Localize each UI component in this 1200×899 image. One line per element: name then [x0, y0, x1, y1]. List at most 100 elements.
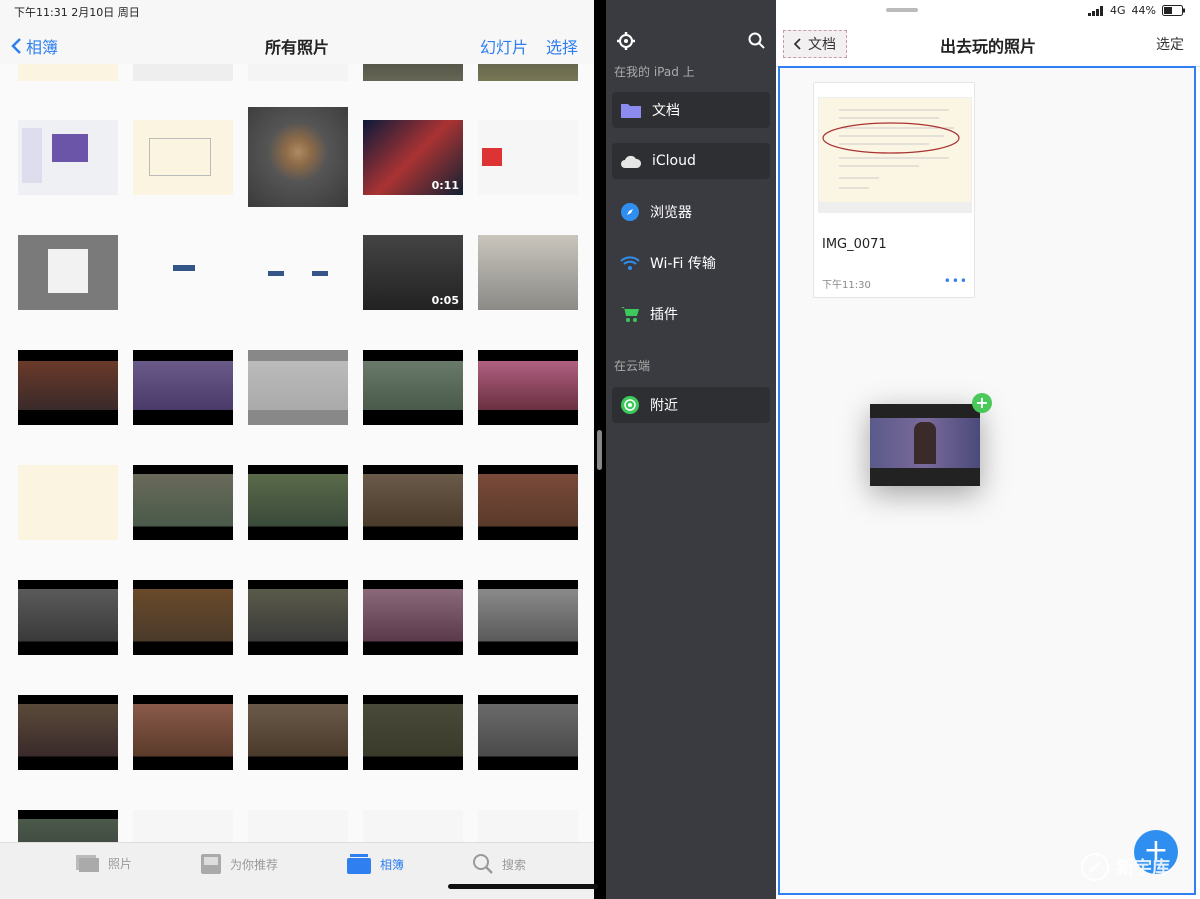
photos-navbar: 相簿 所有照片 幻灯片 选择 [0, 28, 594, 65]
tab-for-you[interactable]: 为你推荐 [200, 853, 278, 875]
photo-thumbnail[interactable] [363, 465, 463, 540]
sidebar-item-label: 附近 [650, 398, 678, 414]
sidebar-item-documents[interactable]: 文档 [612, 92, 770, 128]
file-time: 下午11:30 [822, 280, 871, 291]
sidebar-item-label: iCloud [652, 153, 696, 169]
photo-thumbnail[interactable] [133, 235, 233, 310]
select-button[interactable]: 选定 [1156, 34, 1184, 54]
photo-thumbnail[interactable] [18, 350, 118, 425]
photo-thumbnail[interactable] [133, 350, 233, 425]
photo-grid: 0:11 0:05 [0, 64, 594, 844]
albums-back-label: 相簿 [26, 38, 59, 57]
nearby-icon [621, 396, 639, 414]
video-thumbnail[interactable]: 0:11 [363, 120, 463, 195]
slideshow-button[interactable]: 幻灯片 [480, 34, 528, 58]
sidebar-item-nearby[interactable]: 附近 [612, 387, 770, 423]
sidebar-item-label: 浏览器 [650, 205, 692, 221]
sidebar-item-plugins[interactable]: 插件 [612, 296, 770, 332]
photo-thumbnail[interactable] [478, 120, 578, 195]
watermark-text: 新宇库 [1116, 858, 1170, 879]
photo-thumbnail[interactable] [248, 465, 348, 540]
sidebar-item-browser[interactable]: 浏览器 [612, 194, 770, 230]
photo-thumbnail[interactable] [18, 120, 118, 195]
section-cloud-label: 在云端 [614, 359, 651, 373]
albums-icon [347, 854, 371, 874]
tab-albums[interactable]: 相簿 [346, 853, 404, 875]
photo-thumbnail[interactable] [363, 695, 463, 770]
photo-thumbnail[interactable] [18, 235, 118, 310]
video-duration: 0:11 [431, 179, 459, 192]
photo-thumbnail[interactable] [133, 810, 233, 844]
sidebar-item-label: Wi-Fi 传输 [650, 256, 716, 272]
files-pane: 4G 44% 文档 出去玩的照片 选定 IMG_0071 下午11:30 •••… [776, 0, 1200, 899]
photos-tabbar: 照片 为你推荐 相簿 搜索 [0, 842, 594, 899]
gear-icon[interactable] [616, 31, 636, 51]
photo-thumbnail[interactable] [478, 695, 578, 770]
photo-thumbnail[interactable] [248, 695, 348, 770]
photo-thumbnail[interactable] [248, 350, 348, 425]
search-icon[interactable] [748, 32, 766, 50]
photo-thumbnail[interactable] [478, 580, 578, 655]
for-you-icon [201, 854, 221, 874]
chevron-left-icon [794, 38, 801, 50]
dragged-photo[interactable] [870, 404, 980, 486]
multitask-handle[interactable] [886, 8, 918, 12]
cloud-icon [621, 155, 642, 168]
photo-thumbnail[interactable] [478, 350, 578, 425]
network-label: 4G [1110, 4, 1126, 17]
search-icon [473, 854, 493, 874]
albums-back-button[interactable]: 相簿 [10, 34, 58, 58]
photo-thumbnail[interactable] [18, 64, 118, 81]
photo-thumbnail[interactable] [363, 350, 463, 425]
home-indicator[interactable] [448, 884, 598, 889]
tab-label: 为你推荐 [230, 857, 279, 872]
tab-label: 照片 [108, 856, 133, 871]
photo-thumbnail[interactable] [363, 64, 463, 81]
add-badge-icon: + [972, 393, 992, 413]
tab-photos[interactable]: 照片 [74, 853, 132, 873]
photo-thumbnail[interactable] [478, 64, 578, 81]
photo-thumbnail[interactable] [18, 465, 118, 540]
sidebar-item-icloud[interactable]: iCloud [612, 143, 770, 179]
video-thumbnail[interactable]: 0:05 [363, 235, 463, 310]
folder-content[interactable]: IMG_0071 下午11:30 ••• + + [778, 66, 1196, 895]
split-handle[interactable] [597, 430, 602, 470]
photo-thumbnail[interactable] [478, 465, 578, 540]
file-preview [818, 97, 972, 213]
split-divider[interactable] [594, 0, 606, 899]
photo-thumbnail[interactable] [133, 695, 233, 770]
battery-icon [1162, 5, 1185, 16]
photo-thumbnail[interactable] [363, 810, 463, 844]
photo-thumbnail[interactable] [133, 120, 233, 195]
photo-thumbnail[interactable] [248, 64, 348, 81]
photo-thumbnail[interactable] [248, 580, 348, 655]
photo-thumbnail[interactable] [18, 810, 118, 844]
photo-thumbnail[interactable] [248, 810, 348, 844]
photo-thumbnail[interactable] [478, 235, 578, 310]
photo-thumbnail[interactable] [133, 64, 233, 81]
photo-thumbnail[interactable] [478, 810, 578, 844]
documents-back-label: 文档 [808, 37, 836, 53]
select-button[interactable]: 选择 [546, 34, 578, 58]
sidebar-item-label: 插件 [650, 307, 678, 323]
photo-thumbnail[interactable] [18, 580, 118, 655]
signal-icon [1088, 5, 1104, 16]
documents-back-button[interactable]: 文档 [783, 30, 847, 58]
more-options-icon[interactable]: ••• [944, 274, 968, 288]
tab-search[interactable]: 搜索 [472, 853, 526, 875]
photo-thumbnail[interactable] [248, 235, 348, 310]
status-bar-right: 4G 44% [1088, 4, 1186, 17]
tab-label: 相簿 [380, 857, 405, 872]
file-card[interactable]: IMG_0071 下午11:30 ••• [813, 82, 975, 298]
chevron-left-icon [11, 38, 21, 54]
photo-thumbnail[interactable] [248, 107, 348, 207]
photo-thumbnail[interactable] [363, 580, 463, 655]
photo-thumbnail[interactable] [133, 465, 233, 540]
files-sidebar: 在我的 iPad 上 文档 iCloud 浏览器 Wi-Fi 传输 插件 在云端… [606, 0, 776, 899]
battery-percent: 44% [1131, 4, 1156, 17]
sidebar-item-wifi-transfer[interactable]: Wi-Fi 传输 [612, 245, 770, 281]
photo-thumbnail[interactable] [18, 695, 118, 770]
folder-icon [621, 104, 641, 118]
photo-thumbnail[interactable] [133, 580, 233, 655]
photos-icon [76, 855, 99, 872]
